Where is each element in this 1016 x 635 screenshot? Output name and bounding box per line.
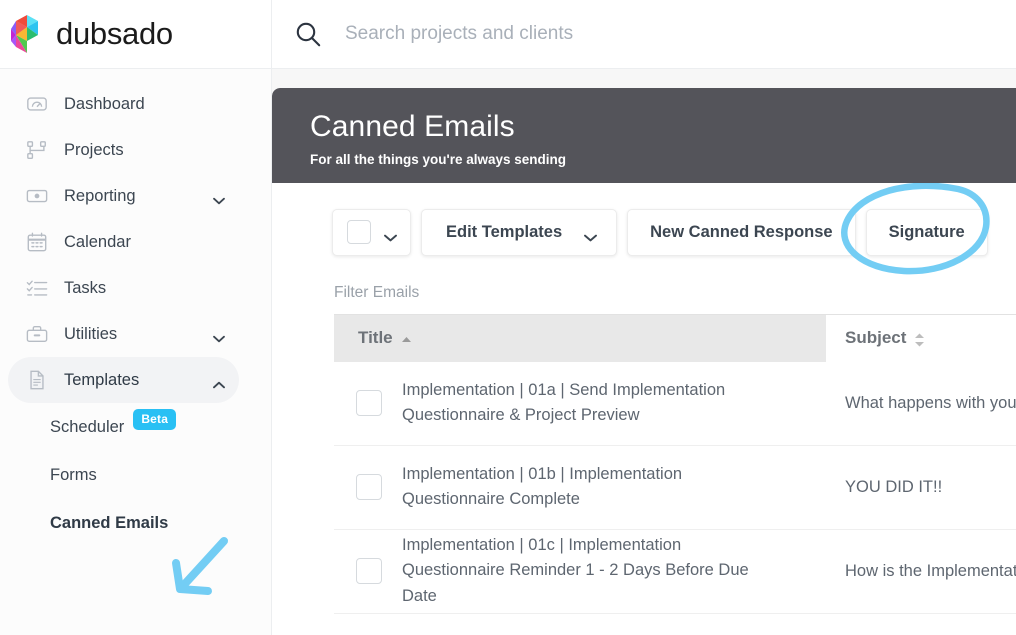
sidebar-item-label: Calendar: [64, 232, 131, 251]
column-header-label: Title: [358, 328, 393, 347]
sort-both-icon: [914, 332, 925, 346]
row-checkbox[interactable]: [356, 390, 382, 416]
select-all-dropdown-button[interactable]: [332, 208, 411, 256]
chevron-down-icon: [584, 228, 598, 242]
brand-name: dubsado: [56, 16, 173, 51]
sidebar-nav: Dashboard Projects Reporting Calendar Ta…: [0, 69, 271, 547]
row-checkbox[interactable]: [356, 557, 382, 584]
table-row[interactable]: [334, 614, 1016, 635]
dubsado-cube-logo-icon: [10, 13, 44, 55]
column-header-subject[interactable]: Subject: [826, 314, 1016, 362]
row-checkbox[interactable]: [356, 474, 382, 500]
beta-badge: Beta: [133, 408, 177, 430]
column-header-title[interactable]: Title: [334, 315, 826, 362]
row-subject-text: YOU DID IT!!: [845, 477, 943, 496]
brand-logo[interactable]: dubsado: [0, 0, 271, 69]
dashboard-gauge-icon: [26, 93, 48, 115]
sidebar-subitem-forms[interactable]: Forms: [0, 451, 271, 499]
sidebar-item-label: Utilities: [64, 324, 118, 343]
row-subject-text: What happens with your: [845, 393, 1016, 412]
templates-document-icon: [26, 369, 48, 391]
sidebar-item-dashboard[interactable]: Dashboard: [8, 81, 239, 127]
panel-header: Canned Emails For all the things you're …: [272, 88, 1016, 183]
new-canned-response-label: New Canned Response: [650, 222, 833, 241]
search-icon[interactable]: [294, 20, 322, 48]
utilities-toolbox-icon: [26, 323, 48, 345]
sidebar-item-reporting[interactable]: Reporting: [8, 173, 239, 219]
search-input[interactable]: [345, 23, 945, 45]
sort-ascending-icon: [401, 332, 412, 345]
app-root: dubsado Dashboard Projects Reporting Cal…: [0, 0, 1016, 635]
sidebar-item-tasks[interactable]: Tasks: [8, 265, 239, 311]
tasks-checklist-icon: [26, 277, 48, 299]
select-all-checkbox[interactable]: [347, 220, 371, 244]
reporting-money-icon: [26, 185, 48, 207]
table-row[interactable]: Implementation | 01a | Send Implementati…: [334, 362, 1016, 446]
column-header-label: Subject: [845, 328, 907, 347]
chevron-up-icon[interactable]: [213, 376, 225, 389]
row-title-text: Implementation | 01b | Implementation Qu…: [402, 464, 683, 508]
top-search-bar: [272, 0, 1016, 69]
edit-templates-button[interactable]: Edit Templates: [421, 208, 618, 256]
sidebar-item-label: Templates: [64, 370, 140, 389]
sidebar-item-label: Tasks: [64, 278, 107, 297]
sidebar-item-calendar[interactable]: Calendar: [8, 219, 239, 265]
signature-button[interactable]: Signature: [865, 208, 988, 256]
sidebar-item-label: Dashboard: [64, 94, 145, 113]
table-row[interactable]: Implementation | 01c | Implementation Qu…: [334, 530, 1016, 614]
chevron-down-icon: [384, 228, 397, 242]
row-title-text: Implementation | 01c | Implementation Qu…: [402, 536, 749, 605]
row-title-cell: Implementation | 01a | Send Implementati…: [334, 378, 826, 428]
main-content: Canned Emails For all the things you're …: [272, 0, 1016, 635]
sidebar-subitem-canned-emails[interactable]: Canned Emails: [0, 499, 271, 547]
page-subtitle: For all the things you're always sending: [310, 151, 567, 167]
chevron-down-icon[interactable]: [213, 192, 225, 205]
canned-emails-panel: Canned Emails For all the things you're …: [272, 88, 1016, 635]
sidebar-subitem-scheduler[interactable]: Scheduler Beta: [0, 403, 271, 451]
edit-templates-label: Edit Templates: [446, 222, 563, 241]
filter-emails-input[interactable]: Filter Emails: [272, 256, 1016, 302]
new-canned-response-button[interactable]: New Canned Response: [627, 208, 856, 256]
sidebar-item-projects[interactable]: Projects: [8, 127, 239, 173]
row-title-cell: Implementation | 01c | Implementation Qu…: [334, 533, 826, 608]
sidebar-item-label: Projects: [64, 140, 124, 159]
sidebar-subitem-label: Scheduler: [50, 417, 125, 436]
canned-emails-table: Title Subject Implementation | 01a | Sen…: [334, 313, 1016, 635]
toolbar: Edit Templates New Canned Response Signa…: [272, 183, 1016, 256]
projects-node-icon: [26, 139, 48, 161]
sidebar-item-utilities[interactable]: Utilities: [8, 311, 239, 357]
signature-label: Signature: [888, 222, 965, 241]
sidebar-item-templates[interactable]: Templates: [8, 357, 239, 403]
sidebar-item-label: Reporting: [64, 186, 136, 205]
chevron-down-icon[interactable]: [213, 330, 225, 343]
row-title-text: Implementation | 01a | Send Implementati…: [402, 380, 726, 424]
row-subject-text: How is the Implementat: [845, 561, 1016, 580]
page-title: Canned Emails: [310, 110, 515, 143]
table-header-row: Title Subject: [334, 313, 1016, 362]
row-title-cell: Implementation | 01b | Implementation Qu…: [334, 462, 826, 512]
calendar-icon: [26, 231, 48, 253]
sidebar-subitem-label: Forms: [50, 465, 97, 484]
table-row[interactable]: Implementation | 01b | Implementation Qu…: [334, 446, 1016, 530]
sidebar: dubsado Dashboard Projects Reporting Cal…: [0, 0, 272, 635]
sidebar-subitem-label: Canned Emails: [50, 513, 169, 532]
